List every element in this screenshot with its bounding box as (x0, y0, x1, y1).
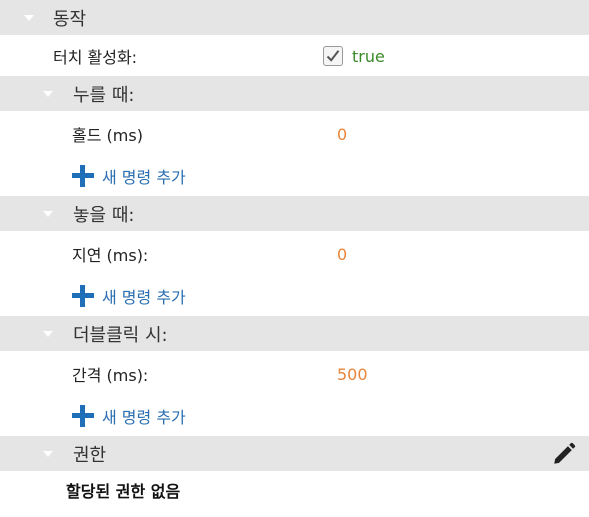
touch-enabled-label: 터치 활성화: (53, 48, 138, 67)
section-header-action[interactable]: 동작 (0, 0, 589, 35)
section-header-on-release[interactable]: 놓을 때: (0, 196, 589, 231)
add-command-label: 새 명령 추가 (102, 408, 186, 427)
delay-label: 지연 (ms): (72, 246, 149, 265)
interval-label: 간격 (ms): (72, 366, 149, 385)
plus-icon (72, 165, 94, 187)
hold-row: 홀드 (ms) 0 (0, 114, 589, 154)
section-title: 놓을 때: (73, 204, 135, 226)
touch-enabled-value: true (352, 46, 385, 66)
caret-down-icon[interactable] (43, 210, 53, 217)
add-command-button-double-click[interactable]: 새 명령 추가 (72, 404, 186, 428)
delay-row: 지연 (ms): 0 (0, 234, 589, 274)
pencil-icon[interactable] (551, 441, 577, 467)
plus-icon (72, 405, 94, 427)
caret-down-icon[interactable] (43, 330, 53, 337)
add-command-label: 새 명령 추가 (102, 168, 186, 187)
section-header-on-double-click[interactable]: 더블클릭 시: (0, 316, 589, 351)
interval-row: 간격 (ms): 500 (0, 354, 589, 394)
add-command-label: 새 명령 추가 (102, 288, 186, 307)
caret-down-icon[interactable] (24, 14, 34, 21)
touch-enabled-toggle[interactable]: true (323, 46, 385, 66)
section-header-on-press[interactable]: 누를 때: (0, 76, 589, 111)
no-permissions-text: 할당된 권한 없음 (66, 482, 181, 501)
hold-label: 홀드 (ms) (72, 126, 143, 145)
interval-value[interactable]: 500 (337, 365, 368, 384)
section-title: 누를 때: (73, 84, 135, 106)
touch-enabled-row: 터치 활성화: true (0, 36, 589, 76)
touch-enabled-checkbox[interactable] (323, 46, 343, 66)
hold-value[interactable]: 0 (337, 125, 347, 144)
add-command-button-release[interactable]: 새 명령 추가 (72, 284, 186, 308)
add-command-button-press[interactable]: 새 명령 추가 (72, 164, 186, 188)
caret-down-icon[interactable] (43, 90, 53, 97)
section-title: 더블클릭 시: (73, 324, 168, 346)
properties-panel: 동작 터치 활성화: true 누를 때: 홀드 (ms) 0 새 명령 추가 … (0, 0, 589, 517)
section-title: 권한 (73, 444, 107, 466)
section-header-permissions[interactable]: 권한 (0, 436, 589, 471)
section-title: 동작 (53, 8, 87, 30)
delay-value[interactable]: 0 (337, 245, 347, 264)
caret-down-icon[interactable] (43, 450, 53, 457)
checkmark-icon (326, 50, 340, 62)
plus-icon (72, 285, 94, 307)
